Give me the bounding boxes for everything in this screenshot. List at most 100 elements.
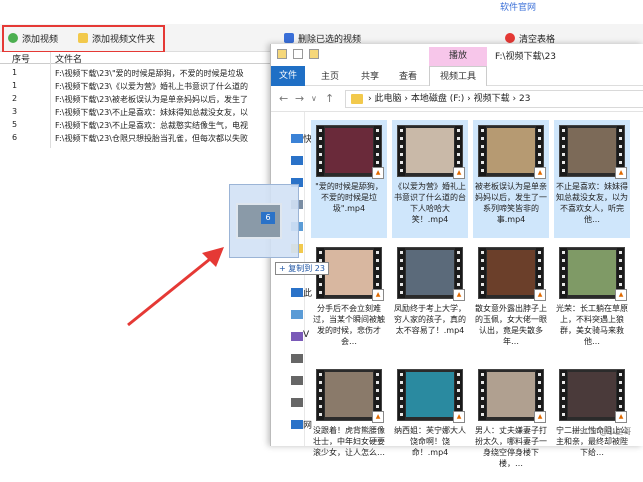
- film-perforation: [481, 145, 484, 148]
- film-perforation: [562, 389, 565, 392]
- file-tile[interactable]: ▲ 被老板误认为是单亲妈妈以后，发生了一系列啼笑皆非的事.mp4: [473, 120, 549, 238]
- film-perforation: [619, 153, 622, 156]
- breadcrumb-separator: ›: [368, 94, 372, 104]
- film-perforation: [562, 413, 565, 416]
- film-perforation: [562, 405, 565, 408]
- file-tile[interactable]: ▲ 分手后不会立刻难过，当某个瞬间被触发的时候，悲伤才会…: [311, 242, 387, 360]
- address-bar[interactable]: › 此电脑 › 本地磁盘 (F:) › 视频下载 › 23: [345, 90, 643, 108]
- vlc-icon: ▲: [453, 411, 465, 423]
- brand-link[interactable]: 软件官网: [500, 0, 536, 13]
- file-tile[interactable]: ▲ 没跟着！虎背熊腰像壮士，中年妇女硬要滚少女，让人怎么…: [311, 364, 387, 482]
- video-frame: [325, 250, 373, 295]
- column-filename[interactable]: 文件名: [55, 52, 82, 65]
- folder-icon[interactable]: [277, 49, 287, 59]
- forward-icon[interactable]: →: [295, 92, 304, 105]
- film-perforation: [481, 373, 484, 376]
- film-perforation: [376, 373, 379, 376]
- table-row[interactable]: 1 F:\视频下载\23\"爱的时候是舔狗，不爱的时候是垃圾: [0, 68, 300, 81]
- back-icon[interactable]: ←: [279, 92, 288, 105]
- file-tile[interactable]: ▲ 不止是喜欢：妹妹得知总裁没女友，以为不喜欢女人，听完他…: [554, 120, 630, 238]
- film-strip: [560, 248, 567, 298]
- file-tile[interactable]: ▲ 《以爱为营》婚礼上书意识了什么道的台下人哈哈大笑！.mp4: [392, 120, 468, 238]
- video-thumbnail: ▲: [478, 247, 546, 301]
- tab-video-tools[interactable]: 视频工具: [429, 66, 487, 86]
- tab-view[interactable]: 查看: [399, 69, 417, 82]
- film-perforation: [562, 397, 565, 400]
- film-perforation: [619, 251, 622, 254]
- film-perforation: [457, 129, 460, 132]
- file-tile[interactable]: ▲ 宁二拼上性命阻止公主和亲，最终却被陛下给…: [554, 364, 630, 482]
- film-perforation: [376, 389, 379, 392]
- video-thumbnail: ▲: [559, 369, 627, 423]
- film-perforation: [400, 137, 403, 140]
- film-perforation: [400, 153, 403, 156]
- film-perforation: [400, 405, 403, 408]
- film-perforation: [376, 381, 379, 384]
- tab-home[interactable]: 主页: [321, 69, 339, 82]
- film-perforation: [376, 283, 379, 286]
- film-perforation: [376, 137, 379, 140]
- breadcrumb-drive[interactable]: 本地磁盘 (F:): [411, 94, 464, 104]
- column-index[interactable]: 序号: [12, 52, 30, 65]
- checkbox-icon[interactable]: [293, 49, 303, 59]
- file-tile[interactable]: ▲ 散女意外露出脖子上的玉佩，女大佬一眼认出，竟是失散多年…: [473, 242, 549, 360]
- film-perforation: [400, 169, 403, 172]
- film-perforation: [457, 275, 460, 278]
- nav-item[interactable]: V: [303, 330, 309, 340]
- film-strip: [317, 370, 324, 420]
- video-frame: [325, 128, 373, 173]
- film-strip: [398, 248, 405, 298]
- film-perforation: [457, 389, 460, 392]
- table-row[interactable]: 6 F:\视频下载\23\仓限只想投胎当孔雀，但每次都以失败: [0, 133, 300, 146]
- film-perforation: [457, 161, 460, 164]
- film-perforation: [538, 283, 541, 286]
- file-tile[interactable]: ▲ 光荣：长工躺在草原上，不料突遇上狼群，美女骑马来救他…: [554, 242, 630, 360]
- vlc-icon: ▲: [534, 411, 546, 423]
- breadcrumb-folder[interactable]: 视频下载: [474, 94, 510, 104]
- table-row[interactable]: 5 F:\视频下载\23\不止是喜欢：总裁憨实结像生气，电视: [0, 120, 300, 133]
- tab-share[interactable]: 共享: [361, 69, 379, 82]
- vlc-icon: ▲: [453, 167, 465, 179]
- film-perforation: [376, 267, 379, 270]
- film-strip: [479, 370, 486, 420]
- film-perforation: [319, 373, 322, 376]
- file-tile[interactable]: ▲ 纳西姐：芙宁娜大人饶命啊！饶命！.mp4: [392, 364, 468, 482]
- film-perforation: [400, 267, 403, 270]
- film-perforation: [400, 413, 403, 416]
- film-perforation: [481, 267, 484, 270]
- tab-file[interactable]: 文件: [271, 66, 305, 86]
- file-tile[interactable]: ▲ "爱的时候是舔狗，不爱的时候是垃圾".mp4: [311, 120, 387, 238]
- folder-icon[interactable]: [309, 49, 319, 59]
- film-perforation: [400, 161, 403, 164]
- film-perforation: [562, 145, 565, 148]
- film-perforation: [619, 389, 622, 392]
- vlc-icon: ▲: [453, 289, 465, 301]
- table-row[interactable]: 3 F:\视频下载\23\不止是喜欢：妹妹得知总裁没女友，以: [0, 107, 300, 120]
- context-tab-play[interactable]: 播放: [429, 47, 487, 66]
- row-index: 2: [12, 94, 18, 103]
- file-tile[interactable]: ▲ 男人：丈夫嫌妻子打扮太久，哪料妻子一身绕空停身楼下楼，…: [473, 364, 549, 482]
- film-perforation: [619, 137, 622, 140]
- film-perforation: [562, 267, 565, 270]
- film-perforation: [619, 405, 622, 408]
- video-thumbnail: ▲: [397, 125, 465, 179]
- film-perforation: [319, 405, 322, 408]
- row-index: 5: [12, 120, 18, 129]
- breadcrumb-current[interactable]: 23: [519, 94, 530, 104]
- film-perforation: [562, 291, 565, 294]
- film-strip: [560, 370, 567, 420]
- table-row[interactable]: 2 F:\视频下载\23\被老板误认为是单亲妈妈以后，发生了: [0, 94, 300, 107]
- film-perforation: [400, 275, 403, 278]
- film-perforation: [457, 251, 460, 254]
- film-perforation: [619, 397, 622, 400]
- file-tile[interactable]: ▲ 凤励终于考上大学，穷人家的孩子，真的太不容易了！.mp4: [392, 242, 468, 360]
- breadcrumb-this-pc[interactable]: 此电脑: [374, 94, 401, 104]
- delete-icon: [284, 33, 294, 43]
- up-icon[interactable]: ↑: [325, 92, 334, 105]
- film-perforation: [319, 153, 322, 156]
- table-row[interactable]: 1 F:\视频下载\23\《以爱为营》婚礼上书意识了什么道的: [0, 81, 300, 94]
- film-perforation: [562, 259, 565, 262]
- film-perforation: [376, 161, 379, 164]
- window-title: F:\视频下载\23: [495, 52, 557, 62]
- chevron-down-icon[interactable]: ∨: [311, 94, 317, 103]
